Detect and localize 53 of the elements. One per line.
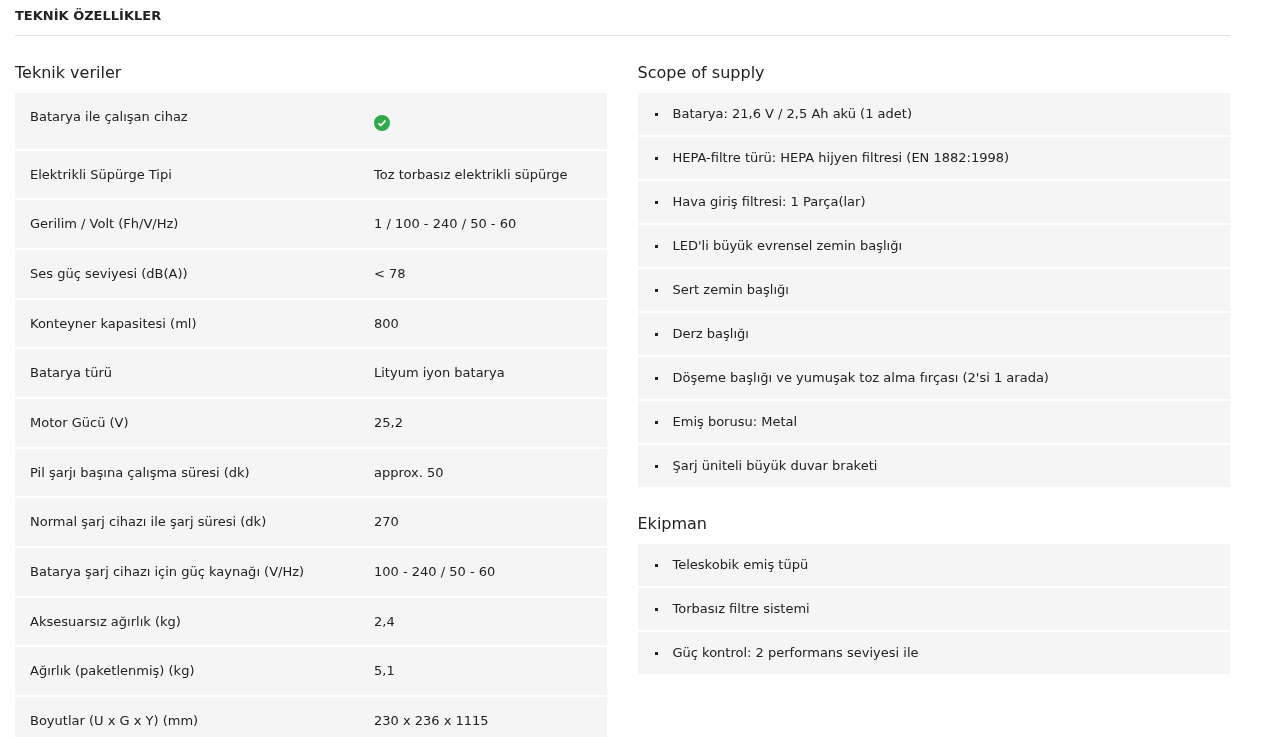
- spec-value: < 78: [374, 264, 406, 283]
- list-text: Hava giriş filtresi: 1 Parça(lar): [672, 192, 866, 211]
- list-text: Teleskobik emiş tüpü: [672, 555, 809, 574]
- bullet-icon: [654, 289, 658, 292]
- spec-label: Ağırlık (paketlenmiş) (kg): [30, 662, 196, 681]
- list-text: Torbasız filtre sistemi: [672, 599, 810, 618]
- spec-label: Ses güç seviyesi (dB(A)): [30, 264, 189, 283]
- bullet-icon: [654, 245, 658, 248]
- spec-label: Batarya ile çalışan cihaz: [30, 107, 189, 126]
- bullet-icon: [654, 608, 658, 611]
- spec-value: Toz torbasız elektrikli süpürge: [374, 165, 568, 184]
- spec-value: 25,2: [374, 414, 403, 433]
- spec-value: approx. 50: [374, 463, 444, 482]
- spec-value: 800: [374, 314, 399, 333]
- spec-value: 100 - 240 / 50 - 60: [374, 563, 496, 582]
- page-title: TEKNİK ÖZELLİKLER: [15, 6, 162, 36]
- spec-value: 5,1: [374, 662, 395, 681]
- spec-value: Lityum iyon batarya: [374, 364, 505, 383]
- spec-value: 2,4: [374, 612, 395, 631]
- list-text: LED'li büyük evrensel zemin başlığı: [672, 236, 903, 255]
- list-text: Güç kontrol: 2 performans seviyesi ile: [672, 643, 919, 662]
- spec-label: Normal şarj cihazı ile şarj süresi (dk): [30, 513, 268, 532]
- bullet-icon: [654, 652, 658, 655]
- bullet-icon: [654, 564, 658, 567]
- spec-label: Elektrikli Süpürge Tipi: [30, 165, 173, 184]
- spec-label: Motor Gücü (V): [30, 414, 130, 433]
- bullet-icon: [654, 201, 658, 204]
- bullet-icon: [654, 465, 658, 468]
- spec-label: Gerilim / Volt (Fh/V/Hz): [30, 215, 180, 234]
- spec-label: Pil şarjı başına çalışma süresi (dk): [30, 463, 251, 482]
- section-heading: Scope of supply: [637, 61, 766, 84]
- list-text: Derz başlığı: [672, 324, 749, 343]
- bullet-icon: [654, 421, 658, 424]
- spec-value: 230 x 236 x 1115: [374, 712, 489, 731]
- section-heading: Teknik veriler: [15, 61, 123, 84]
- list-text: HEPA-filtre türü: HEPA hijyen filtresi (EN 1882:1998): [672, 148, 1010, 167]
- section-heading: Ekipman: [637, 512, 708, 535]
- list-text: Batarya: 21,6 V / 2,5 Ah akü (1 adet): [672, 104, 912, 123]
- bullet-icon: [654, 333, 658, 336]
- spec-label: Boyutlar (U x G x Y) (mm): [30, 712, 200, 731]
- spec-label: Aksesuarsız ağırlık (kg): [30, 612, 182, 631]
- bullet-icon: [654, 377, 658, 380]
- spec-label: Batarya türü: [30, 364, 113, 383]
- list-text: Sert zemin başlığı: [672, 280, 789, 299]
- list-text: Emiş borusu: Metal: [672, 412, 798, 431]
- spec-value: 1 / 100 - 240 / 50 - 60: [374, 215, 517, 234]
- list-text: Döşeme başlığı ve yumuşak toz alma fırçası (2'si 1 arada): [672, 368, 1049, 387]
- spec-label: Batarya şarj cihazı için güç kaynağı (V/Hz): [30, 563, 306, 582]
- spec-value: 270: [374, 513, 399, 532]
- spec-label: Konteyner kapasitesi (ml): [30, 314, 198, 333]
- list-text: Şarj üniteli büyük duvar braketi: [672, 456, 878, 475]
- bullet-icon: [654, 157, 658, 160]
- bullet-icon: [654, 113, 658, 116]
